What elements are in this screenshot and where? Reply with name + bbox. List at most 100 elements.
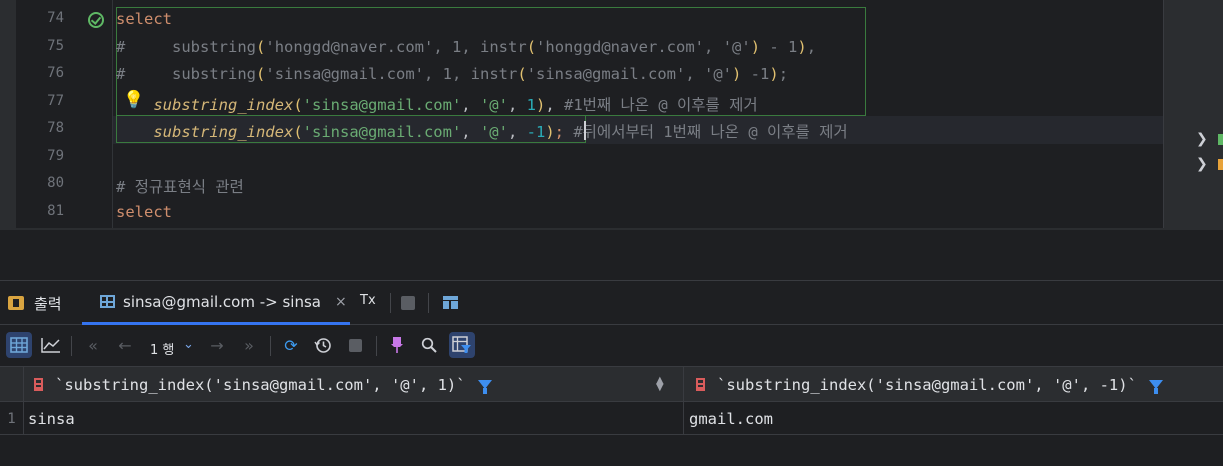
refresh-icon[interactable]: ⟳: [278, 332, 304, 358]
code-token: (: [293, 123, 303, 141]
code-token: substring: [172, 38, 257, 56]
filter-icon[interactable]: [477, 380, 492, 394]
table-view-icon[interactable]: [6, 332, 32, 358]
code-token: substring: [172, 65, 257, 83]
code-token: ): [750, 38, 761, 56]
line-number: 80: [47, 175, 64, 191]
row-count-selector[interactable]: 1 행: [150, 339, 174, 358]
status-marker-icon: [1218, 134, 1223, 145]
string-literal: 'sinsa@gmail.com': [302, 96, 462, 114]
code-token: 'sinsa@gmail.com': [265, 65, 424, 83]
chevron-down-icon[interactable]: ⌄: [183, 337, 194, 352]
tab-output-label: 출력: [34, 294, 62, 313]
chevron-right-icon[interactable]: ❯: [1196, 131, 1208, 147]
column-icon: [34, 378, 43, 391]
sort-icon[interactable]: ▲ ▼: [656, 376, 664, 393]
code-token: '@': [704, 65, 732, 83]
tab-result-label: sinsa@gmail.com -> sinsa: [123, 292, 321, 311]
code-comment: # 정규표현식 관련: [116, 178, 244, 196]
chart-view-icon[interactable]: [38, 332, 64, 358]
column-header-2[interactable]: `substring_index('sinsa@gmail.com', '@',…: [696, 367, 1163, 402]
line-number: 74: [47, 10, 64, 26]
next-page-icon[interactable]: →: [204, 332, 230, 358]
code-line-75: # substring('honggd@naver.com', 1, instr…: [116, 38, 816, 56]
chevron-right-icon[interactable]: ❯: [1196, 156, 1208, 172]
code-token: - 1: [760, 38, 798, 56]
code-token: ): [545, 123, 555, 141]
line-number: 76: [47, 65, 64, 81]
status-marker-icon: [1218, 159, 1223, 170]
number-literal: 1: [526, 96, 536, 114]
table-cell[interactable]: gmail.com: [689, 402, 773, 435]
services-tool-window: 출력 sinsa@gmail.com -> sinsa × Tx « ← 1 행…: [0, 280, 1223, 466]
sql-keyword: select: [116, 10, 172, 28]
code-token: ): [769, 65, 779, 83]
code-token: ): [535, 96, 546, 114]
code-token: ): [732, 65, 742, 83]
code-token: ): [797, 38, 807, 56]
code-token: ,: [704, 38, 723, 56]
code-token: instr: [470, 65, 518, 83]
layout-icon[interactable]: [443, 296, 458, 309]
first-page-icon[interactable]: «: [80, 332, 106, 358]
function-name: substring_index: [153, 96, 294, 114]
code-token: ,: [806, 38, 817, 56]
code-token: (: [517, 65, 527, 83]
stop-icon[interactable]: [342, 332, 368, 358]
code-token: ,: [507, 123, 527, 141]
text-caret: [584, 121, 586, 140]
code-token: (: [256, 38, 266, 56]
run-success-check-icon[interactable]: [88, 12, 104, 28]
code-token: '@': [722, 38, 751, 56]
line-number: 79: [47, 148, 64, 164]
code-line-81: select: [116, 203, 172, 221]
row-number: 1: [0, 402, 24, 435]
code-editor[interactable]: 74 75 76 77 78 79 80 81 select # substri…: [0, 0, 1223, 228]
right-side-panel: ❯ ❯: [1164, 0, 1223, 228]
close-icon[interactable]: ×: [335, 294, 347, 310]
tab-output[interactable]: 출력: [8, 281, 62, 325]
result-table-header: `substring_index('sinsa@gmail.com', '@',…: [0, 367, 1223, 402]
stop-icon[interactable]: [401, 296, 415, 310]
result-grid-icon: [100, 295, 115, 308]
code-token: ;: [554, 123, 564, 141]
panel-splitter[interactable]: [0, 228, 1223, 280]
string-literal: '@': [479, 123, 508, 141]
pin-icon[interactable]: [384, 332, 410, 358]
toolbar-separator: [71, 336, 72, 356]
code-token: ;: [778, 65, 789, 83]
code-token: -1: [741, 65, 770, 83]
code-line-74: select: [116, 10, 172, 28]
row-number-header: [0, 367, 24, 402]
filter-icon[interactable]: [1148, 380, 1163, 394]
string-literal: '@': [479, 96, 508, 114]
filter-settings-icon[interactable]: [449, 332, 475, 358]
tab-result[interactable]: sinsa@gmail.com -> sinsa ×: [82, 281, 350, 325]
sql-keyword: select: [116, 203, 172, 221]
comment-marker: #: [116, 38, 126, 56]
comment-marker: #: [116, 65, 126, 83]
search-icon[interactable]: [416, 332, 442, 358]
code-comment: #뒤에서부터 1번째 나온 @ 이후를 제거: [573, 123, 848, 141]
editor-left-strip: [0, 0, 16, 228]
history-icon[interactable]: [310, 332, 336, 358]
column-header-label: `substring_index('sinsa@gmail.com', '@',…: [55, 375, 466, 394]
toolbar-separator: [376, 336, 377, 356]
code-token: (: [256, 65, 266, 83]
last-page-icon[interactable]: »: [236, 332, 262, 358]
column-header-1[interactable]: `substring_index('sinsa@gmail.com', '@',…: [34, 367, 492, 402]
code-token: (: [526, 38, 537, 56]
lightbulb-intention-icon[interactable]: 💡: [123, 90, 144, 110]
code-line-78: substring_index('sinsa@gmail.com', '@', …: [116, 120, 848, 142]
transaction-mode-button[interactable]: Tx: [360, 293, 376, 308]
table-cell[interactable]: sinsa: [28, 402, 75, 435]
code-line-80: # 정규표현식 관련: [116, 175, 244, 197]
toolbar-separator: [270, 336, 271, 356]
column-divider: [683, 367, 684, 435]
prev-page-icon[interactable]: ←: [112, 332, 138, 358]
code-token: (: [293, 96, 303, 114]
table-row[interactable]: 1 sinsa gmail.com: [0, 402, 1223, 435]
code-token: ,: [461, 123, 480, 141]
code-area[interactable]: select # substring('honggd@naver.com', 1…: [113, 0, 1163, 228]
line-number: 77: [47, 93, 64, 109]
